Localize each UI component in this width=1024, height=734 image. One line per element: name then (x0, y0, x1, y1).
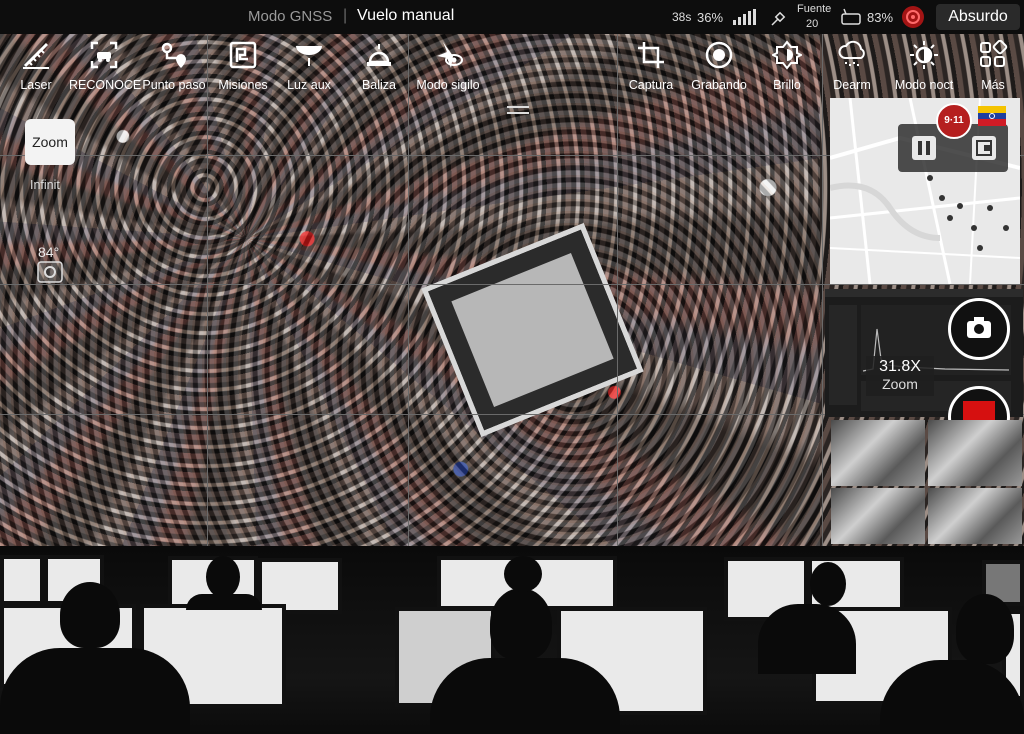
tool-label: RECONOCE (69, 78, 142, 92)
camera-thumbnail[interactable] (928, 488, 1022, 544)
tool-label: Grabando (691, 78, 747, 92)
gimbal-icon[interactable] (36, 260, 64, 284)
operator-body (758, 604, 856, 674)
tool-missions[interactable]: Misiones (214, 40, 272, 92)
camera-thumbnail[interactable] (831, 488, 925, 544)
remote-controller-icon (840, 8, 862, 26)
operator-head (490, 588, 552, 660)
operator-head (206, 556, 240, 598)
operator-head (810, 562, 846, 606)
tool-label: Brillo (773, 78, 801, 92)
tool-label: Misiones (218, 78, 268, 92)
grid-line (0, 284, 1024, 285)
satellite-icon (771, 8, 791, 26)
more-grid-icon (977, 39, 1009, 72)
monitor (0, 555, 44, 605)
gnss-mode-label[interactable]: Modo GNSS (248, 8, 332, 25)
tool-capture[interactable]: Captura (624, 40, 678, 92)
tool-label: Modo sigilo (416, 78, 480, 92)
tool-brightness[interactable]: Brillo (764, 40, 810, 92)
source-value: 20 (806, 18, 819, 30)
tool-laser[interactable]: Laser (12, 40, 60, 92)
camera-shutter-button[interactable] (948, 298, 1010, 360)
crop-icon (635, 40, 667, 72)
operator-head (956, 594, 1014, 664)
night-mode-icon (908, 40, 940, 72)
stealth-icon (432, 40, 464, 72)
tool-label: Captura (628, 78, 674, 92)
brightness-icon (770, 40, 804, 72)
operator-body (0, 648, 190, 734)
video-texture (0, 34, 820, 546)
camera-thumbnail[interactable] (928, 420, 1022, 486)
zoom-readout: 31.8X Zoom (866, 356, 934, 396)
zoom-value: 31.8X (879, 358, 921, 375)
tool-label: Modo noct (894, 78, 954, 92)
tool-label: Punto paso (142, 78, 206, 92)
zoom-label: Zoom (882, 376, 918, 392)
tool-waypoint[interactable]: Punto paso (139, 40, 209, 92)
tool-label: Laser (20, 78, 52, 92)
grid-line (617, 34, 618, 546)
tool-aux-light[interactable]: Luz aux (283, 40, 335, 92)
tool-stealth[interactable]: Modo sigilo (411, 40, 485, 92)
gimbal-angle: 84° (38, 244, 60, 260)
grid-line (822, 34, 823, 546)
tool-defog[interactable]: Dearm (828, 40, 876, 92)
tool-beacon[interactable]: Baliza (355, 40, 403, 92)
waypoint-icon (158, 40, 190, 72)
operator-body (186, 594, 262, 610)
emergency-badge[interactable]: 9·11 (936, 103, 972, 139)
operator-body (430, 658, 620, 734)
status-bar: Modo GNSS | Vuelo manual 38s 36% Fuente … (0, 0, 1024, 34)
remote-battery-percent: 83% (867, 10, 894, 25)
laser-ruler-icon (20, 40, 52, 72)
tool-label: Luz aux (287, 78, 331, 92)
tool-label: Dearm (833, 78, 871, 92)
tool-label: Baliza (361, 78, 397, 92)
source-label: Fuente (797, 3, 832, 15)
defog-icon (836, 40, 868, 72)
focus-infinity-label[interactable]: Infinit (30, 178, 60, 192)
grid-line (207, 34, 208, 546)
operator-head (504, 556, 542, 592)
record-icon (703, 40, 735, 72)
tool-night-mode[interactable]: Modo noct (890, 40, 958, 92)
battery-percent: 36% (697, 10, 724, 25)
venezuela-flag-icon (978, 106, 1006, 126)
camera-icon (967, 317, 991, 338)
mode-separator: | (343, 7, 348, 24)
tool-label: Más (981, 78, 1005, 92)
tool-reconoce[interactable]: RECONOCE (69, 40, 142, 92)
map-toggle-icon[interactable] (972, 136, 996, 160)
vehicle-scan-icon (88, 40, 120, 72)
missions-icon (227, 40, 259, 72)
zoom-button[interactable]: Zoom (25, 119, 75, 165)
camera-thumbnail[interactable] (831, 420, 925, 486)
signal-bars-icon (732, 9, 758, 25)
aux-light-icon (293, 40, 325, 72)
alarm-icon[interactable] (902, 6, 924, 28)
operator-head (60, 582, 120, 648)
beacon-icon (363, 40, 395, 72)
flight-mode-label[interactable]: Vuelo manual (357, 7, 454, 25)
tool-more[interactable]: Más (972, 39, 1014, 92)
mode-selector-button[interactable]: Absurdo (936, 4, 1020, 30)
pause-icon[interactable] (912, 136, 936, 160)
time-left: 38s (672, 10, 692, 24)
drag-handle[interactable] (507, 106, 529, 116)
tool-recording[interactable]: Grabando (688, 40, 750, 92)
grid-line (408, 34, 409, 546)
